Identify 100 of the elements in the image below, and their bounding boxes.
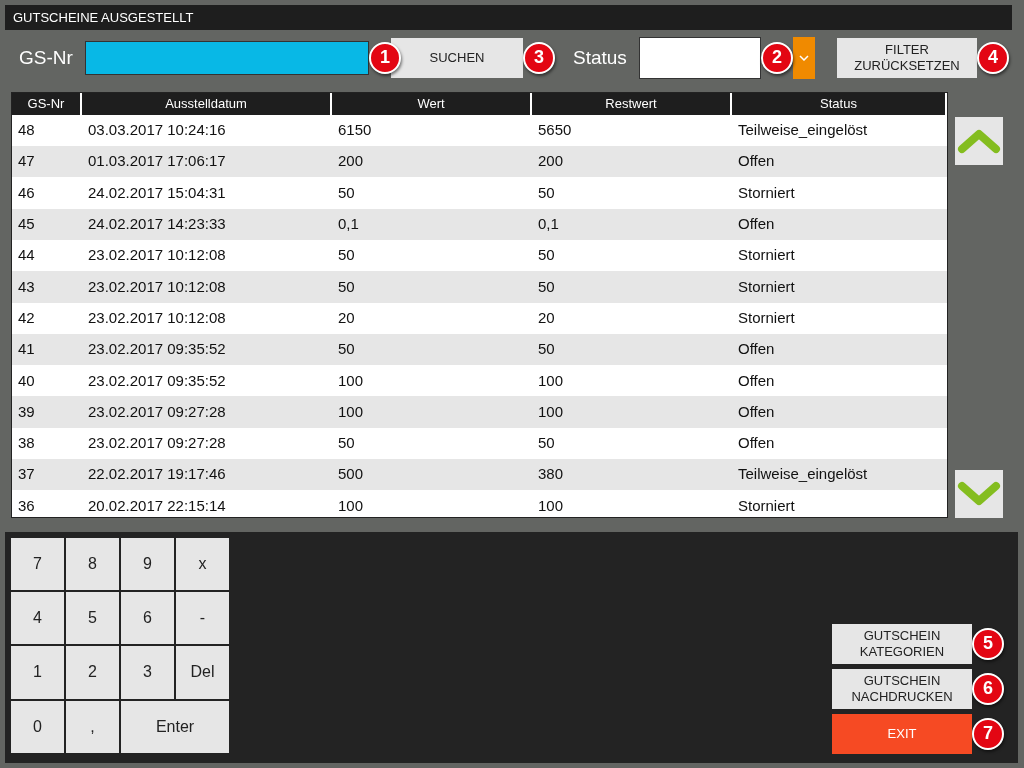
dropdown-arrow-button[interactable]: [793, 36, 815, 79]
table-cell-text: Offen: [737, 370, 776, 391]
table-cell-text: 0,1: [337, 214, 360, 235]
table-cell-text: 23.02.2017 09:27:28: [87, 433, 227, 454]
keypad-key[interactable]: x: [176, 537, 229, 590]
number-badge: 1: [369, 41, 401, 74]
chevron-down-icon: [957, 480, 1001, 507]
number-badge: 7: [972, 718, 1004, 750]
table-cell-text: 22.02.2017 19:17:46: [87, 464, 227, 485]
keypad-key[interactable]: 5: [66, 592, 119, 645]
table-cell-text: 24.02.2017 15:04:31: [87, 182, 227, 203]
table-cell-text: 36: [17, 495, 36, 516]
table-cell-text: 38: [17, 433, 36, 454]
table-cell-text: 23.02.2017 10:12:08: [87, 307, 227, 328]
table-cell-text: 50: [337, 245, 356, 266]
table-cell-text: 40: [17, 370, 36, 391]
table-cell-text: 50: [537, 182, 556, 203]
table-cell-text: 20.02.2017 22:15:14: [87, 495, 227, 516]
table-cell-text: Offen: [737, 151, 776, 172]
table-cell-text: 5650: [537, 120, 573, 141]
dropdown-caret-icon: [799, 54, 809, 61]
table-cell-text: Storniert: [737, 245, 796, 266]
table-cell-text: 20: [337, 307, 356, 328]
number-badge: 5: [972, 628, 1004, 660]
number-badge: 6: [972, 673, 1004, 705]
table-cell-text: Storniert: [737, 182, 796, 203]
number-badge: 3: [523, 41, 555, 74]
table-cell-text: 03.03.2017 10:24:16: [87, 120, 227, 141]
table-cell-text: 6150: [337, 120, 373, 141]
table-cell-text: 100: [337, 495, 365, 516]
keypad-key[interactable]: Enter: [121, 700, 229, 753]
table-cell-text: 41: [17, 339, 36, 360]
table-cell-text: Storniert: [737, 276, 796, 297]
table-cell-text: 50: [337, 433, 356, 454]
table-cell-text: 23.02.2017 09:35:52: [87, 339, 227, 360]
table-cell-text: Offen: [737, 339, 776, 360]
keypad-key[interactable]: 4: [11, 592, 64, 645]
number-badge: 4: [977, 41, 1009, 74]
scroll-up-button[interactable]: [955, 116, 1003, 165]
table-cell-text: 01.03.2017 17:06:17: [87, 151, 227, 172]
table-cell-text: 50: [537, 276, 556, 297]
table-cell-text: 100: [537, 401, 565, 422]
table-cell-text: 23.02.2017 10:12:08: [87, 245, 227, 266]
table-cell-text: 42: [17, 307, 36, 328]
table-cell-text: 50: [537, 245, 556, 266]
table-cell-text: 45: [17, 214, 36, 235]
keypad-key[interactable]: 0: [11, 700, 64, 753]
table-cell-text: 46: [17, 182, 36, 203]
keypad-key[interactable]: Del: [176, 646, 229, 699]
title-bar: GUTSCHEINE AUSGESTELLT: [5, 5, 1012, 30]
table-cell-text: 43: [17, 276, 36, 297]
gs-nr-input-field[interactable]: [85, 40, 369, 75]
keypad-key[interactable]: 1: [11, 646, 64, 699]
table-cell-text: 100: [537, 495, 565, 516]
search-button[interactable]: SUCHEN: [391, 37, 523, 78]
keypad-key[interactable]: 9: [121, 537, 174, 590]
action-button[interactable]: GUTSCHEIN NACHDRUCKEN: [832, 669, 972, 709]
table-cell-text: Storniert: [737, 307, 796, 328]
table-cell-text: Teilweise_eingelöst: [737, 120, 869, 141]
table-cell-text: 47: [17, 151, 36, 172]
table-cell-text: 50: [537, 433, 556, 454]
table-cell-text: Teilweise_eingelöst: [737, 464, 869, 485]
table-cell-text: 23.02.2017 10:12:08: [87, 276, 227, 297]
table-cell-text: 24.02.2017 14:23:33: [87, 214, 227, 235]
table-cell-text: 500: [337, 464, 365, 485]
keypad-key[interactable]: -: [176, 592, 229, 645]
table-cell-text: Storniert: [737, 495, 796, 516]
table-cell-text: 100: [337, 370, 365, 391]
keypad-key[interactable]: 8: [66, 537, 119, 590]
table-cell-text: 100: [537, 370, 565, 391]
keypad-key[interactable]: ,: [66, 700, 119, 753]
table-cell-text: Offen: [737, 401, 776, 422]
chevron-up-icon: [957, 127, 1001, 154]
status-label: Status: [573, 45, 628, 70]
table-cell-text: 0,1: [537, 214, 560, 235]
status-dropdown[interactable]: [639, 36, 761, 79]
table-cell-text: 20: [537, 307, 556, 328]
action-button[interactable]: GUTSCHEIN KATEGORIEN: [832, 624, 972, 664]
table-cell-text: 23.02.2017 09:27:28: [87, 401, 227, 422]
table-cell-text: Offen: [737, 214, 776, 235]
table-cell-text: 200: [337, 151, 365, 172]
gs-nr-label: GS-Nr: [19, 45, 74, 70]
keypad-key[interactable]: 7: [11, 537, 64, 590]
table-cell-text: 50: [337, 182, 356, 203]
keypad-key[interactable]: 2: [66, 646, 119, 699]
number-badge: 2: [761, 41, 793, 74]
keypad-key[interactable]: 3: [121, 646, 174, 699]
table-cell-text: 380: [537, 464, 565, 485]
table-cell-text: 50: [337, 339, 356, 360]
reset-filter-button[interactable]: FILTER ZURÜCKSETZEN: [837, 37, 977, 78]
scroll-down-button[interactable]: [955, 469, 1003, 518]
table-cell-text: 39: [17, 401, 36, 422]
table-cell-text: Offen: [737, 433, 776, 454]
keypad-key[interactable]: 6: [121, 592, 174, 645]
table-cell-text: 48: [17, 120, 36, 141]
table-cell-text: 37: [17, 464, 36, 485]
table-cell-text: 50: [337, 276, 356, 297]
exit-button[interactable]: EXIT: [832, 714, 972, 754]
table-cell-text: 100: [337, 401, 365, 422]
table-cell-text: 200: [537, 151, 565, 172]
